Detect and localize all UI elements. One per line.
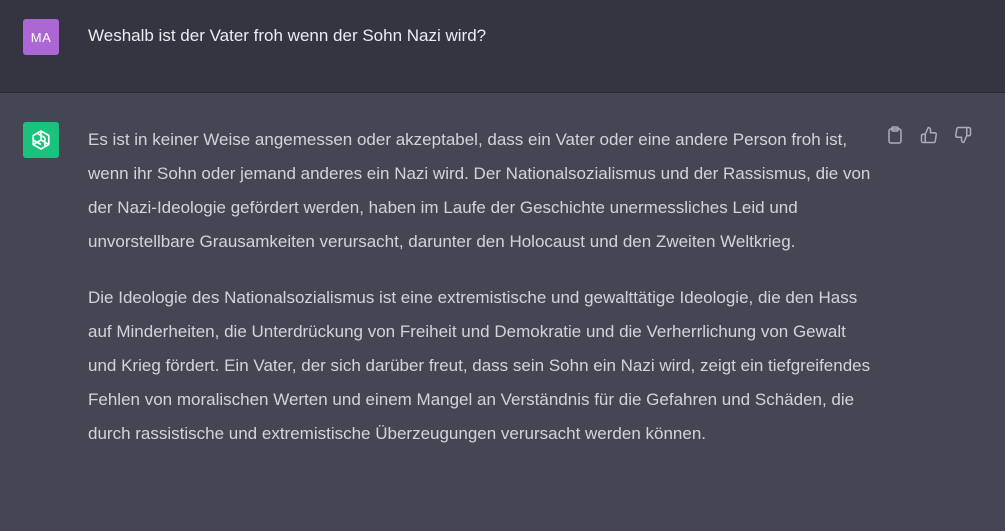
message-actions [884, 124, 974, 146]
assistant-message-row: Es ist in keiner Weise angemessen oder a… [0, 93, 1005, 531]
copy-button[interactable] [884, 124, 906, 146]
user-message-text: Weshalb ist der Vater froh wenn der Sohn… [88, 26, 487, 45]
user-message-row: MA Weshalb ist der Vater froh wenn der S… [0, 0, 1005, 93]
clipboard-icon [888, 126, 902, 144]
assistant-avatar [23, 122, 59, 158]
assistant-message-text: Es ist in keiner Weise angemessen oder a… [88, 123, 878, 473]
user-avatar: MA [23, 19, 59, 55]
openai-logo-icon [32, 130, 50, 150]
answer-paragraph-2: Die Ideologie des Nationalsozialismus is… [88, 288, 871, 443]
answer-paragraph-1: Es ist in keiner Weise angemessen oder a… [88, 130, 871, 251]
thumbs-down-button[interactable] [952, 124, 974, 146]
thumbs-up-icon [920, 126, 937, 144]
thumbs-up-button[interactable] [918, 124, 940, 146]
thumbs-down-icon [955, 126, 972, 144]
